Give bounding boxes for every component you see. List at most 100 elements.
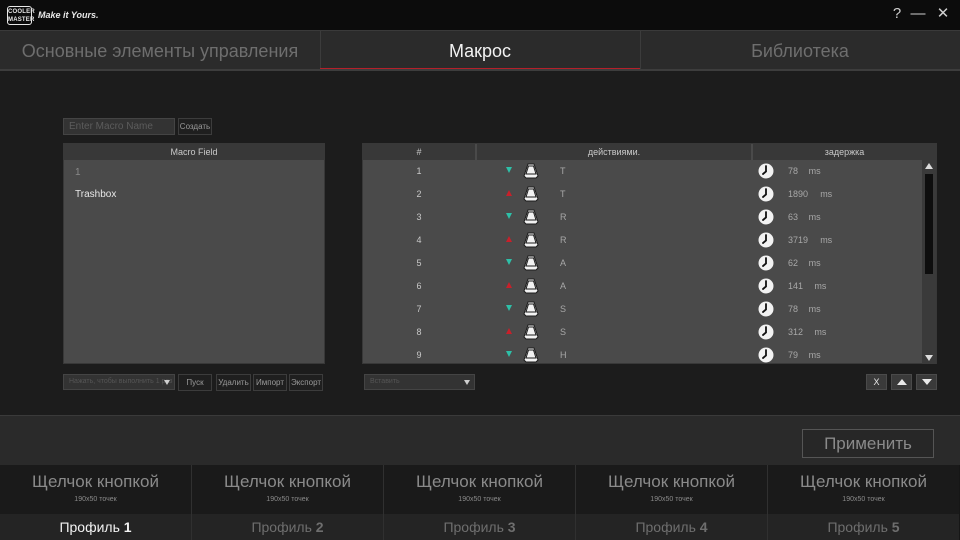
apply-bar: Применить [0, 415, 960, 465]
profile-preview[interactable]: Щелчок кнопкой 190x50 точек [768, 465, 959, 514]
move-up-button[interactable] [891, 374, 912, 390]
clock-icon [758, 232, 774, 248]
close-icon[interactable]: ✕ [934, 5, 952, 23]
create-button[interactable]: Создать [178, 118, 212, 135]
profile-label: Профиль [443, 519, 508, 535]
list-item[interactable]: Trashbox [75, 189, 116, 200]
profile-name[interactable]: Профиль 5 [768, 514, 959, 540]
tab-library[interactable]: Библиотека [640, 31, 960, 71]
apply-button[interactable]: Применить [802, 429, 934, 458]
minimize-icon[interactable]: — [909, 5, 927, 23]
profile-bar: Щелчок кнопкой 190x50 точек Профиль 1 Щелчо… [0, 465, 960, 540]
list-item[interactable]: 1 [75, 167, 81, 178]
profile-preview[interactable]: Щелчок кнопкой 190x50 точек [384, 465, 575, 514]
row-number: 4 [416, 235, 422, 245]
profile-caption: Щелчок кнопкой [32, 472, 159, 491]
row-number: 7 [416, 304, 422, 314]
profile-name[interactable]: Профиль 4 [576, 514, 767, 540]
profile-caption: Щелчок кнопкой [416, 472, 543, 491]
profile-tile-1[interactable]: Щелчок кнопкой 190x50 точек Профиль 1 [0, 465, 192, 540]
arrow-up-icon [896, 379, 907, 385]
delay-unit: ms [820, 189, 833, 199]
scrollbar[interactable] [922, 160, 936, 364]
profile-size-hint: 190x50 точек [842, 496, 885, 503]
action-key: S [560, 304, 567, 314]
clock-icon [758, 186, 774, 202]
macro-name-input[interactable]: Enter Macro Name [63, 118, 175, 135]
column-header-action: действиями. [476, 144, 751, 160]
scroll-down-icon[interactable] [925, 355, 933, 361]
delay-value[interactable]: 79 [788, 350, 798, 360]
macro-content: Enter Macro Name Создать Macro Field 1 T… [0, 71, 960, 415]
delay-value[interactable]: 1890 [788, 189, 808, 199]
delay-unit: ms [814, 281, 827, 291]
macro-field-panel: Macro Field 1 Trashbox [63, 143, 325, 364]
profile-label: Профиль [827, 519, 892, 535]
tab-basic-controls[interactable]: Основные элементы управления [0, 31, 320, 71]
delay-value[interactable]: 3719 [788, 235, 808, 245]
table-row[interactable]: 5 A 62 ms [363, 252, 922, 275]
title-bar: COOLER MASTER Make it Yours. ? — ✕ [0, 0, 960, 30]
delay-value[interactable]: 78 [788, 304, 798, 314]
profile-tile-5[interactable]: Щелчок кнопкой 190x50 точек Профиль 5 [768, 465, 960, 540]
profile-index: 2 [315, 519, 324, 535]
table-row[interactable]: 1 T 78 ms [363, 160, 922, 183]
table-row[interactable]: 6 A 141 ms [363, 275, 922, 298]
profile-tile-2[interactable]: Щелчок кнопкой 190x50 точек Профиль 2 [192, 465, 384, 540]
delay-value[interactable]: 62 [788, 258, 798, 268]
profile-name[interactable]: Профиль 3 [384, 514, 575, 540]
action-key: H [560, 350, 567, 360]
profile-tile-3[interactable]: Щелчок кнопкой 190x50 точек Профиль 3 [384, 465, 576, 540]
keyboard-key-icon [523, 324, 539, 340]
profile-name[interactable]: Профиль 2 [192, 514, 383, 540]
table-row[interactable]: 3 R 63 ms [363, 206, 922, 229]
key-up-arrow-icon [506, 236, 512, 242]
clock-icon [758, 347, 774, 363]
run-mode-dropdown[interactable]: Нажать, чтобы выполнить 1 раз [63, 374, 175, 390]
keyboard-key-icon [523, 255, 539, 271]
delete-button[interactable]: Удалить [216, 374, 251, 391]
delay-unit: ms [808, 212, 821, 222]
delay-value[interactable]: 78 [788, 166, 798, 176]
clock-icon [758, 255, 774, 271]
profile-name[interactable]: Профиль 1 [0, 514, 191, 540]
scrollbar-thumb[interactable] [925, 174, 933, 274]
keyboard-key-icon [523, 301, 539, 317]
key-down-arrow-icon [506, 167, 512, 173]
move-down-button[interactable] [916, 374, 937, 390]
delay-value[interactable]: 312 [788, 327, 803, 337]
profile-label: Профиль [251, 519, 316, 535]
profile-index: 3 [507, 519, 516, 535]
clock-icon [758, 301, 774, 317]
profile-index: 5 [891, 519, 900, 535]
remove-action-button[interactable]: X [866, 374, 887, 390]
table-row[interactable]: 2 T 1890 ms [363, 183, 922, 206]
table-row[interactable]: 8 S 312 ms [363, 321, 922, 344]
scroll-up-icon[interactable] [925, 163, 933, 169]
export-button[interactable]: Экспорт [289, 374, 323, 391]
profile-tile-4[interactable]: Щелчок кнопкой 190x50 точек Профиль 4 [576, 465, 768, 540]
import-button[interactable]: Импорт [253, 374, 287, 391]
delay-value[interactable]: 63 [788, 212, 798, 222]
delay-unit: ms [808, 304, 821, 314]
profile-preview[interactable]: Щелчок кнопкой 190x50 точек [576, 465, 767, 514]
profile-preview[interactable]: Щелчок кнопкой 190x50 точек [0, 465, 191, 514]
profile-preview[interactable]: Щелчок кнопкой 190x50 точек [192, 465, 383, 514]
help-icon[interactable]: ? [888, 5, 906, 23]
profile-size-hint: 190x50 точек [650, 496, 693, 503]
keyboard-key-icon [523, 163, 539, 179]
delay-value[interactable]: 141 [788, 281, 803, 291]
profile-caption: Щелчок кнопкой [800, 472, 927, 491]
row-number: 3 [416, 212, 422, 222]
row-number: 6 [416, 281, 422, 291]
table-row[interactable]: 7 S 78 ms [363, 298, 922, 321]
insert-dropdown[interactable]: Вставить [364, 374, 475, 390]
tagline: Make it Yours. [38, 10, 99, 20]
clock-icon [758, 324, 774, 340]
table-row[interactable]: 9 H 79 ms [363, 344, 922, 364]
play-button[interactable]: Пуск [178, 374, 212, 391]
tab-macro[interactable]: Макрос [320, 31, 640, 71]
key-up-arrow-icon [506, 190, 512, 196]
table-row[interactable]: 4 R 3719 ms [363, 229, 922, 252]
row-number: 8 [416, 327, 422, 337]
